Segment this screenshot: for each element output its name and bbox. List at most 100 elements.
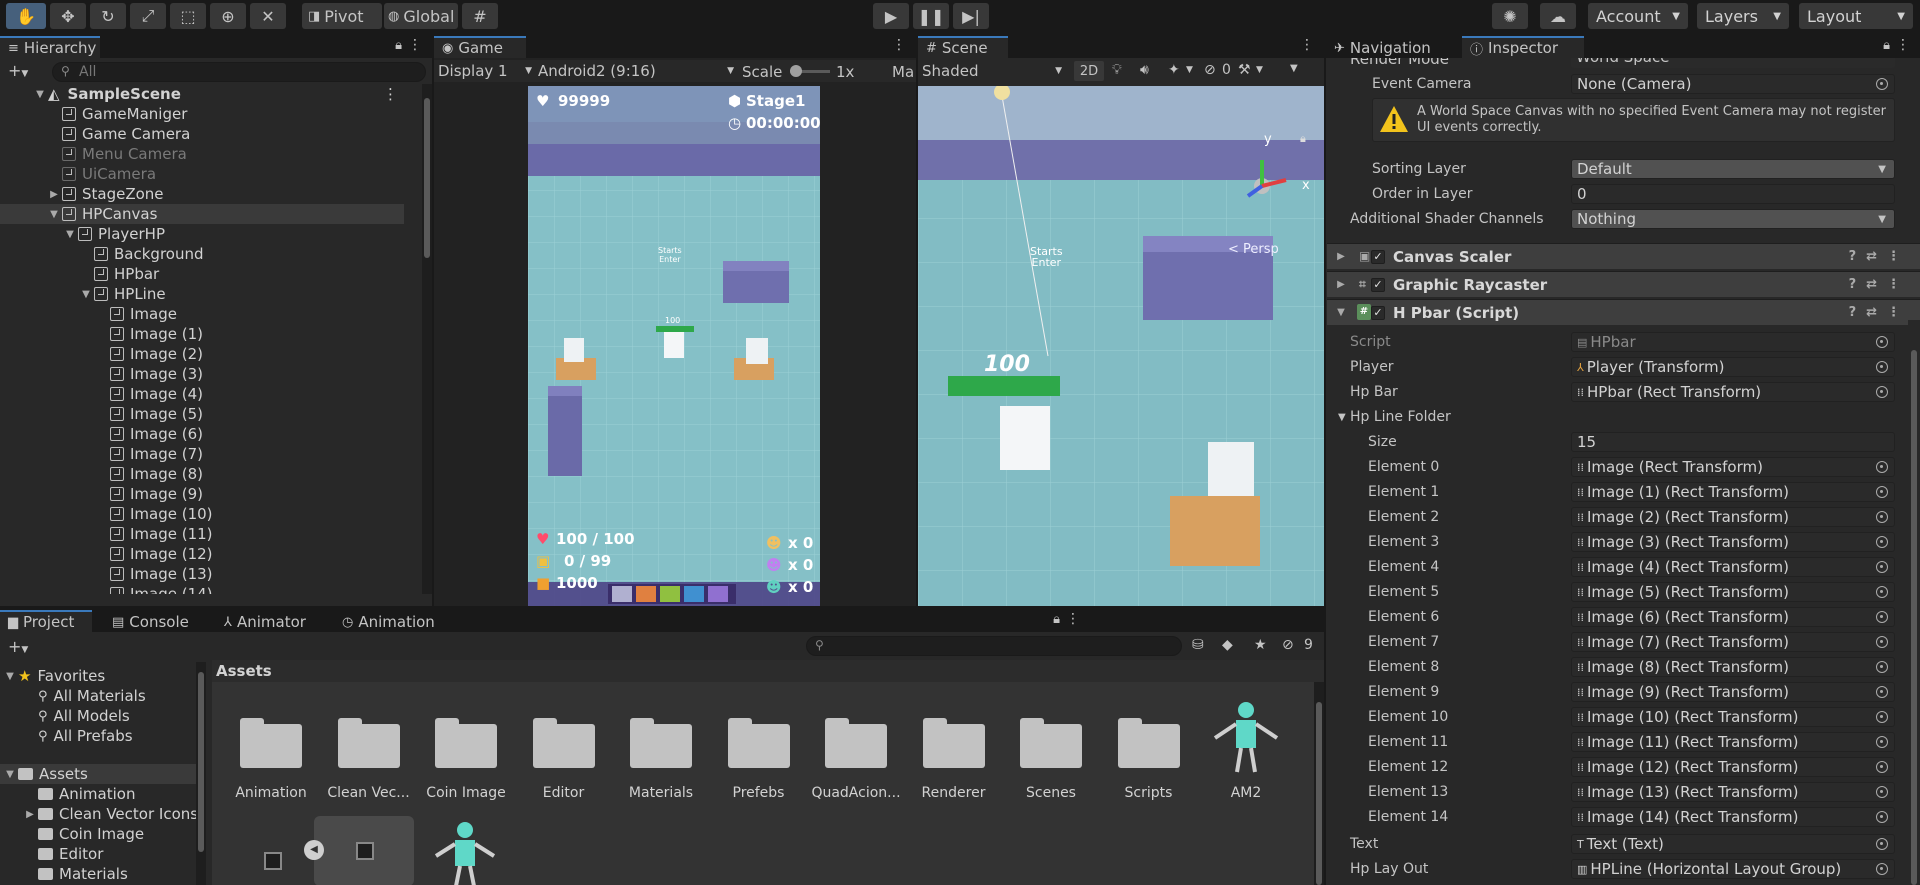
label-icon[interactable]: ◆: [1222, 637, 1233, 653]
lock-icon[interactable]: 🔒︎: [1883, 38, 1890, 53]
maximize-on-play-toggle[interactable]: Ma: [892, 63, 914, 81]
hpbar-enabled-checkbox[interactable]: ✓: [1371, 305, 1385, 320]
hierarchy-item[interactable]: Menu Camera: [0, 144, 404, 164]
inspector-scroll-thumb[interactable]: [1911, 350, 1917, 885]
object-picker-icon[interactable]: [1876, 486, 1888, 498]
chevron-right-icon[interactable]: ▶: [1335, 251, 1347, 262]
hierarchy-item[interactable]: ▼ HPCanvas: [0, 204, 404, 224]
hierarchy-item[interactable]: Game Camera: [0, 124, 404, 144]
star-icon[interactable]: ★: [1254, 637, 1267, 653]
favorites-row[interactable]: ▼ ★ Favorites: [0, 666, 105, 686]
create-asset-button[interactable]: +▼: [8, 637, 28, 656]
hierarchy-item[interactable]: Image (4): [0, 384, 404, 404]
rect-tool-button[interactable]: ⬚: [170, 3, 206, 29]
event-camera-field[interactable]: None (Camera): [1571, 74, 1895, 94]
lock-icon[interactable]: 🔒︎: [395, 38, 402, 53]
layout-dropdown[interactable]: Layout ▼: [1799, 3, 1913, 29]
asset-label[interactable]: Scenes: [1003, 785, 1099, 801]
folder-icon[interactable]: [1020, 718, 1082, 768]
kebab-menu-icon[interactable]: ⋮: [383, 85, 398, 103]
chevron-right-icon[interactable]: ▶: [24, 809, 36, 820]
asset-label[interactable]: Animation: [223, 785, 319, 801]
object-picker-icon[interactable]: [1876, 536, 1888, 548]
pause-button[interactable]: ❚❚: [913, 3, 949, 29]
chevron-down-icon[interactable]: ▼: [48, 209, 60, 220]
hierarchy-item[interactable]: Image (9): [0, 484, 404, 504]
element-field[interactable]: ⁞⁞ Image (9) (Rect Transform): [1571, 682, 1895, 702]
resolution-dropdown[interactable]: Android2 (9:16) ▼: [538, 61, 738, 81]
asset-label[interactable]: Scripts: [1101, 785, 1197, 801]
breadcrumb[interactable]: Assets: [216, 662, 272, 680]
order-in-layer-input[interactable]: 0: [1571, 184, 1895, 204]
component-actions[interactable]: ?⇄⋮: [1849, 249, 1910, 264]
display-dropdown[interactable]: Display 1 ▼: [438, 61, 534, 81]
element-field[interactable]: ⁞⁞ Image (14) (Rect Transform): [1571, 807, 1895, 827]
object-picker-icon[interactable]: [1876, 511, 1888, 523]
hierarchy-item[interactable]: Image (11): [0, 524, 404, 544]
canvas-scaler-header[interactable]: ▶ ▣ ✓ Canvas Scaler ?⇄⋮: [1327, 243, 1920, 269]
search-by-type-icon[interactable]: ⛁: [1192, 637, 1204, 653]
asset-label[interactable]: AM2: [1198, 785, 1294, 801]
gizmos-icon[interactable]: ⚒: [1238, 62, 1251, 78]
avatar-icon[interactable]: [1211, 700, 1281, 774]
play-button[interactable]: ▶: [873, 3, 909, 29]
project-folder-item[interactable]: Materials: [24, 864, 128, 884]
chevron-down-icon[interactable]: ▼: [1256, 65, 1263, 75]
graphic-raycaster-enabled-checkbox[interactable]: ✓: [1371, 277, 1385, 292]
object-picker-icon[interactable]: [1876, 811, 1888, 823]
project-search[interactable]: ⚲: [806, 636, 1182, 656]
hierarchy-scroll-thumb[interactable]: [424, 98, 430, 258]
asset-label[interactable]: Prefebs: [711, 785, 807, 801]
graphic-raycaster-header[interactable]: ▶ ⌗ ✓ Graphic Raycaster ?⇄⋮: [1327, 271, 1920, 297]
lock-icon[interactable]: 🔒︎: [1300, 132, 1306, 146]
hand-tool-button[interactable]: ✋: [6, 3, 46, 29]
element-field[interactable]: ⁞⁞ Image (Rect Transform): [1571, 457, 1895, 477]
play-preview-icon[interactable]: ◀: [304, 840, 324, 860]
scale-slider-handle[interactable]: [790, 65, 802, 77]
hierarchy-search[interactable]: ⚲ All: [52, 62, 426, 82]
component-actions[interactable]: ?⇄⋮: [1849, 305, 1910, 320]
tab-navigation[interactable]: ✈ Navigation: [1326, 36, 1462, 58]
scale-tool-button[interactable]: ⤢: [130, 3, 166, 29]
element-field[interactable]: ⁞⁞ Image (3) (Rect Transform): [1571, 532, 1895, 552]
2d-toggle[interactable]: 2D: [1074, 61, 1104, 81]
asset-label[interactable]: Editor: [516, 785, 612, 801]
tab-console[interactable]: ▤ Console: [104, 610, 200, 632]
step-button[interactable]: ▶|: [953, 3, 989, 29]
hierarchy-item[interactable]: UiCamera: [0, 164, 404, 184]
project-folder-item[interactable]: Coin Image: [24, 824, 144, 844]
hierarchy-scrollbar[interactable]: [422, 84, 432, 594]
hierarchy-item[interactable]: Image: [0, 304, 404, 324]
object-picker-icon[interactable]: [1876, 461, 1888, 473]
text-field[interactable]: T Text (Text): [1571, 834, 1895, 854]
account-dropdown[interactable]: Account ▼: [1588, 3, 1688, 29]
folder-icon[interactable]: [532, 718, 595, 768]
grid-snap-button[interactable]: #: [462, 3, 498, 29]
object-picker-icon[interactable]: [1876, 761, 1888, 773]
hierarchy-item[interactable]: Background: [0, 244, 404, 264]
visibility-icon[interactable]: ⊘: [1204, 62, 1216, 78]
global-toggle[interactable]: ◍ Global: [384, 3, 458, 29]
chevron-down-icon[interactable]: ▼: [80, 289, 92, 300]
element-field[interactable]: ⁞⁞ Image (2) (Rect Transform): [1571, 507, 1895, 527]
project-tree-scrollbar[interactable]: [196, 662, 206, 885]
tab-game[interactable]: ◉ Game: [434, 36, 526, 58]
object-picker-icon[interactable]: [1876, 386, 1888, 398]
kebab-menu-icon[interactable]: ⋮: [1896, 37, 1910, 53]
hierarchy-item[interactable]: Image (13): [0, 564, 404, 584]
folder-icon[interactable]: [337, 718, 400, 768]
folder-icon[interactable]: [922, 718, 985, 768]
project-folder-item[interactable]: ▶ Clean Vector Icons: [24, 804, 198, 824]
kebab-menu-icon[interactable]: ⋮: [408, 37, 422, 53]
object-picker-icon[interactable]: [1876, 736, 1888, 748]
element-field[interactable]: ⁞⁞ Image (5) (Rect Transform): [1571, 582, 1895, 602]
asset-label[interactable]: Coin Image: [418, 785, 514, 801]
object-picker-icon[interactable]: [1876, 661, 1888, 673]
object-picker-icon[interactable]: [1876, 561, 1888, 573]
object-picker-icon[interactable]: [1876, 711, 1888, 723]
tab-project[interactable]: ▆ Project: [0, 610, 92, 632]
player-field[interactable]: ⅄ Player (Transform): [1571, 357, 1895, 377]
hierarchy-item[interactable]: Image (2): [0, 344, 404, 364]
object-picker-icon[interactable]: [1876, 686, 1888, 698]
chevron-down-icon[interactable]: ▼: [1335, 307, 1347, 318]
